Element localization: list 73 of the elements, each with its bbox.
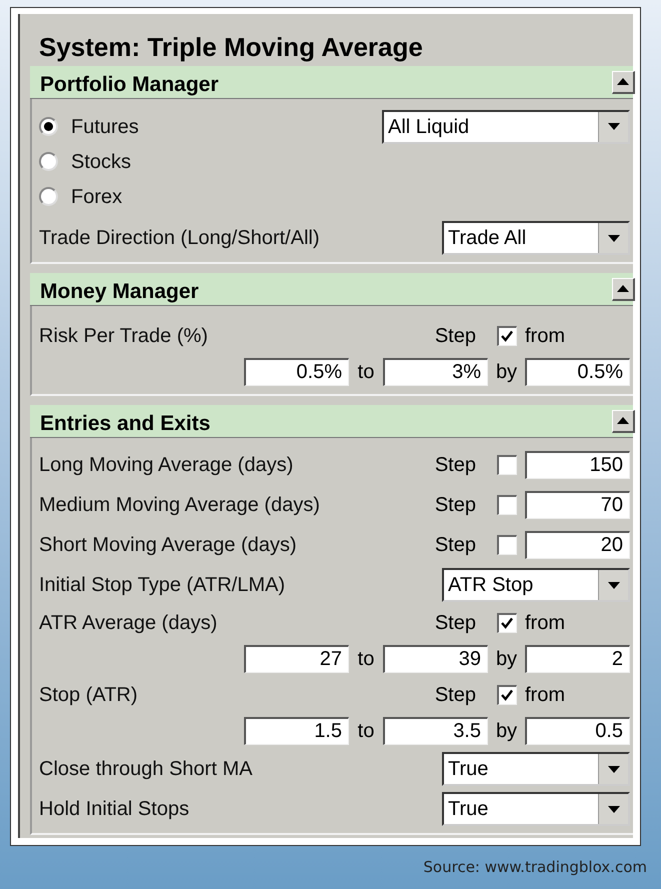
- by-label: by: [494, 647, 518, 672]
- source-caption: Source: www.tradingblox.com: [423, 857, 647, 878]
- up-triangle-icon: [617, 285, 629, 292]
- field-label: Trade Direction (Long/Short/All): [39, 226, 320, 251]
- field-label: ATR Average (days): [39, 611, 218, 636]
- step-checkbox[interactable]: [496, 326, 516, 346]
- number-field[interactable]: 0.5%: [525, 358, 630, 386]
- dropdown-arrow-icon: [608, 582, 620, 588]
- dropdown-arrow-icon: [608, 123, 620, 130]
- section-title: Portfolio Manager: [40, 72, 219, 98]
- to-label: to: [356, 360, 376, 385]
- dropdown-arrow-icon: [608, 806, 620, 812]
- radio-button[interactable]: [39, 117, 58, 136]
- panel-title: System: Triple Moving Average: [39, 32, 423, 62]
- step-label: Step: [434, 533, 477, 558]
- step-label: Step: [434, 453, 477, 478]
- field-label: Risk Per Trade (%): [39, 324, 209, 349]
- radio-button[interactable]: [39, 152, 58, 171]
- step-label: Step: [434, 493, 477, 518]
- by-label: by: [494, 719, 518, 744]
- step-label: Step: [434, 683, 477, 708]
- dropdown-arrow-icon: [608, 766, 620, 772]
- field-label: Stop (ATR): [39, 683, 139, 708]
- collapse-button[interactable]: [612, 70, 635, 94]
- dropdown-arrow-icon: [608, 234, 620, 242]
- number-field[interactable]: 2: [525, 645, 630, 673]
- dropdown[interactable]: ATR Stop: [442, 568, 630, 602]
- number-field[interactable]: 3%: [383, 358, 488, 386]
- number-field[interactable]: 0.5: [525, 717, 630, 745]
- dropdown[interactable]: True: [442, 792, 630, 826]
- collapse-button[interactable]: [612, 278, 635, 300]
- number-field[interactable]: 1.5: [244, 717, 349, 745]
- collapse-button[interactable]: [612, 410, 635, 432]
- radio-label: Stocks: [71, 150, 132, 174]
- field-label: Medium Moving Average (days): [39, 493, 321, 518]
- field-label: Initial Stop Type (ATR/LMA): [39, 573, 286, 598]
- number-field[interactable]: 39: [383, 645, 488, 673]
- step-checkbox[interactable]: [496, 685, 516, 705]
- to-label: to: [356, 647, 376, 672]
- number-field[interactable]: 27: [244, 645, 349, 673]
- radio-button[interactable]: [39, 187, 58, 206]
- step-label: Step: [434, 324, 477, 349]
- radio-label: Forex: [71, 184, 122, 210]
- dropdown[interactable]: True: [442, 752, 630, 786]
- field-label: Short Moving Average (days): [39, 533, 298, 558]
- number-field[interactable]: 0.5%: [244, 358, 349, 386]
- up-triangle-icon: [617, 417, 629, 424]
- step-checkbox[interactable]: [496, 455, 516, 475]
- number-field[interactable]: 150: [525, 451, 630, 479]
- number-field[interactable]: 70: [525, 491, 630, 519]
- up-triangle-icon: [617, 78, 629, 85]
- dropdown[interactable]: All Liquid: [382, 110, 630, 144]
- step-label: Step: [434, 611, 477, 636]
- from-label: from: [525, 683, 566, 708]
- by-label: by: [494, 360, 518, 385]
- step-checkbox[interactable]: [496, 495, 516, 515]
- step-checkbox[interactable]: [496, 613, 516, 633]
- field-label: Close through Short MA: [39, 757, 254, 782]
- checkmark-icon: [500, 689, 514, 702]
- number-field[interactable]: 3.5: [383, 717, 488, 745]
- field-label: Hold Initial Stops: [39, 797, 190, 822]
- section-title: Money Manager: [40, 278, 199, 304]
- from-label: from: [525, 324, 566, 349]
- checkmark-icon: [500, 617, 514, 630]
- section-title: Entries and Exits: [40, 410, 210, 436]
- from-label: from: [525, 611, 566, 636]
- step-checkbox[interactable]: [496, 535, 516, 555]
- to-label: to: [356, 719, 376, 744]
- checkmark-icon: [500, 330, 514, 343]
- dropdown[interactable]: Trade All: [442, 221, 630, 255]
- number-field[interactable]: 20: [525, 531, 630, 559]
- radio-label: Futures: [71, 114, 139, 140]
- field-label: Long Moving Average (days): [39, 453, 294, 478]
